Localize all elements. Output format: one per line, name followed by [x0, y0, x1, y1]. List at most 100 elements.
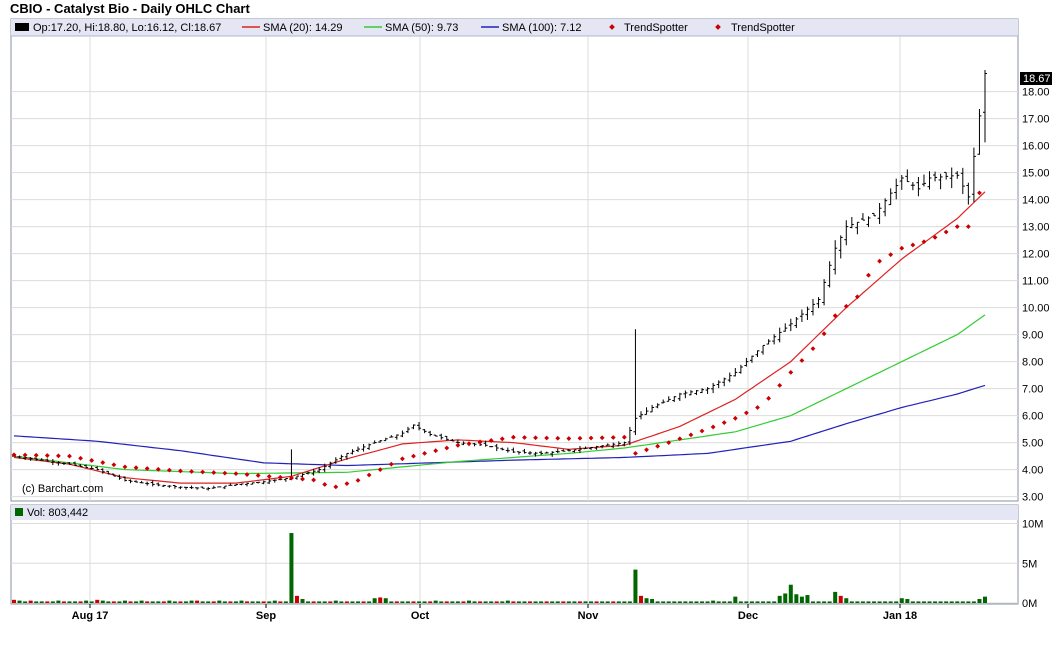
volume-bar	[439, 601, 444, 603]
volume-bar	[977, 599, 982, 603]
volume-bar	[161, 601, 166, 603]
volume-bar	[955, 601, 960, 603]
volume-bar	[450, 601, 455, 603]
volume-bar	[938, 601, 943, 603]
volume-bar	[761, 601, 766, 603]
volume-bar	[211, 601, 216, 603]
volume-bar	[749, 601, 754, 603]
volume-bar	[805, 595, 810, 603]
volume-bar	[650, 599, 655, 603]
volume-bar	[566, 601, 571, 603]
volume-bar	[872, 601, 877, 603]
volume-bar	[444, 601, 449, 603]
volume-tick-label: 5M	[1022, 558, 1037, 570]
ohlc-bar	[217, 486, 222, 488]
volume-bar	[633, 569, 638, 603]
volume-bar	[516, 601, 521, 603]
volume-legend-bar	[11, 505, 1018, 520]
volume-bar	[344, 601, 349, 603]
volume-bar	[494, 601, 499, 603]
volume-bar	[672, 601, 677, 603]
volume-bar	[283, 601, 288, 603]
volume-axis: 10M 5M 0M	[1022, 519, 1043, 611]
volume-bar	[350, 601, 355, 603]
volume-bar	[367, 601, 372, 603]
legend: Op:17.20, Hi:18.80, Lo:16.12, Cl:18.67 S…	[15, 22, 795, 34]
volume-bar	[544, 601, 549, 603]
chart-container: CBIO - Catalyst Bio - Daily OHLC Chart 1…	[0, 0, 1060, 645]
x-tick-label: Nov	[578, 610, 600, 622]
volume-bar	[888, 601, 893, 603]
volume-bar	[810, 601, 815, 603]
volume-bar	[816, 601, 821, 603]
price-tick-label: 13.00	[1022, 222, 1050, 234]
volume-bar	[45, 601, 50, 603]
volume-bar	[256, 601, 261, 603]
volume-bar	[899, 598, 904, 603]
volume-bar	[983, 596, 987, 603]
volume-bar	[883, 601, 888, 603]
copyright: (c) Barchart.com	[22, 483, 103, 495]
volume-bar	[966, 601, 971, 603]
volume-bar	[189, 600, 194, 603]
price-tick-label: 7.00	[1022, 384, 1043, 396]
volume-bar	[755, 601, 760, 603]
volume-bar	[394, 601, 399, 603]
volume-bar	[528, 601, 533, 603]
volume-bar	[666, 601, 671, 603]
volume-bar	[960, 601, 965, 603]
volume-bar	[688, 601, 693, 603]
volume-bar	[627, 601, 632, 603]
volume-bar	[949, 601, 954, 603]
volume-bar	[727, 601, 732, 603]
volume-bar	[322, 601, 327, 603]
volume-bar	[783, 593, 788, 603]
volume-bar	[638, 595, 643, 603]
volume-bar	[866, 601, 871, 603]
volume-bar	[472, 601, 477, 603]
volume-bar	[711, 600, 716, 603]
volume-legend: Vol: 803,442	[27, 507, 88, 519]
volume-bar	[572, 601, 577, 603]
volume-bar	[466, 600, 471, 603]
x-axis: Aug 17 Sep Oct Nov Dec Jan 18	[72, 604, 917, 622]
price-tick-label: 10.00	[1022, 303, 1050, 315]
volume-bar	[233, 601, 238, 603]
volume-bar	[733, 596, 738, 603]
x-tick-label: Aug 17	[72, 610, 109, 622]
volume-bar	[222, 601, 227, 603]
volume-bar	[916, 601, 921, 603]
volume-bar	[827, 601, 832, 603]
volume-bar	[372, 598, 377, 603]
volume-bar	[195, 600, 200, 603]
volume-bar	[744, 601, 749, 603]
volume-bar	[411, 601, 416, 603]
volume-bar	[172, 601, 177, 603]
volume-bar	[39, 601, 44, 603]
volume-bar	[405, 601, 410, 603]
volume-bar	[28, 600, 33, 603]
volume-bar	[95, 599, 100, 603]
volume-bar	[56, 600, 61, 603]
price-tick-label: 15.00	[1022, 168, 1050, 180]
volume-legend-swatch	[15, 508, 23, 516]
x-tick-label: Dec	[738, 610, 758, 622]
volume-bar	[844, 598, 849, 603]
volume-bar	[561, 601, 566, 603]
ohlc-chart: CBIO - Catalyst Bio - Daily OHLC Chart 1…	[10, 1, 1052, 622]
volume-bar	[433, 600, 438, 603]
volume-bar	[261, 601, 266, 603]
volume-bar	[50, 601, 55, 603]
volume-bar	[655, 601, 660, 603]
volume-bar	[117, 601, 122, 603]
volume-bar	[478, 601, 483, 603]
volume-bar	[616, 601, 621, 603]
volume-bar	[289, 533, 294, 603]
volume-bar	[339, 601, 344, 603]
volume-bar	[361, 601, 366, 603]
volume-bar	[910, 601, 915, 603]
volume-bar	[34, 601, 39, 603]
price-tick-label: 11.00	[1022, 276, 1049, 288]
volume-bar	[100, 600, 105, 603]
last-price-label: 18.67	[1023, 73, 1051, 85]
